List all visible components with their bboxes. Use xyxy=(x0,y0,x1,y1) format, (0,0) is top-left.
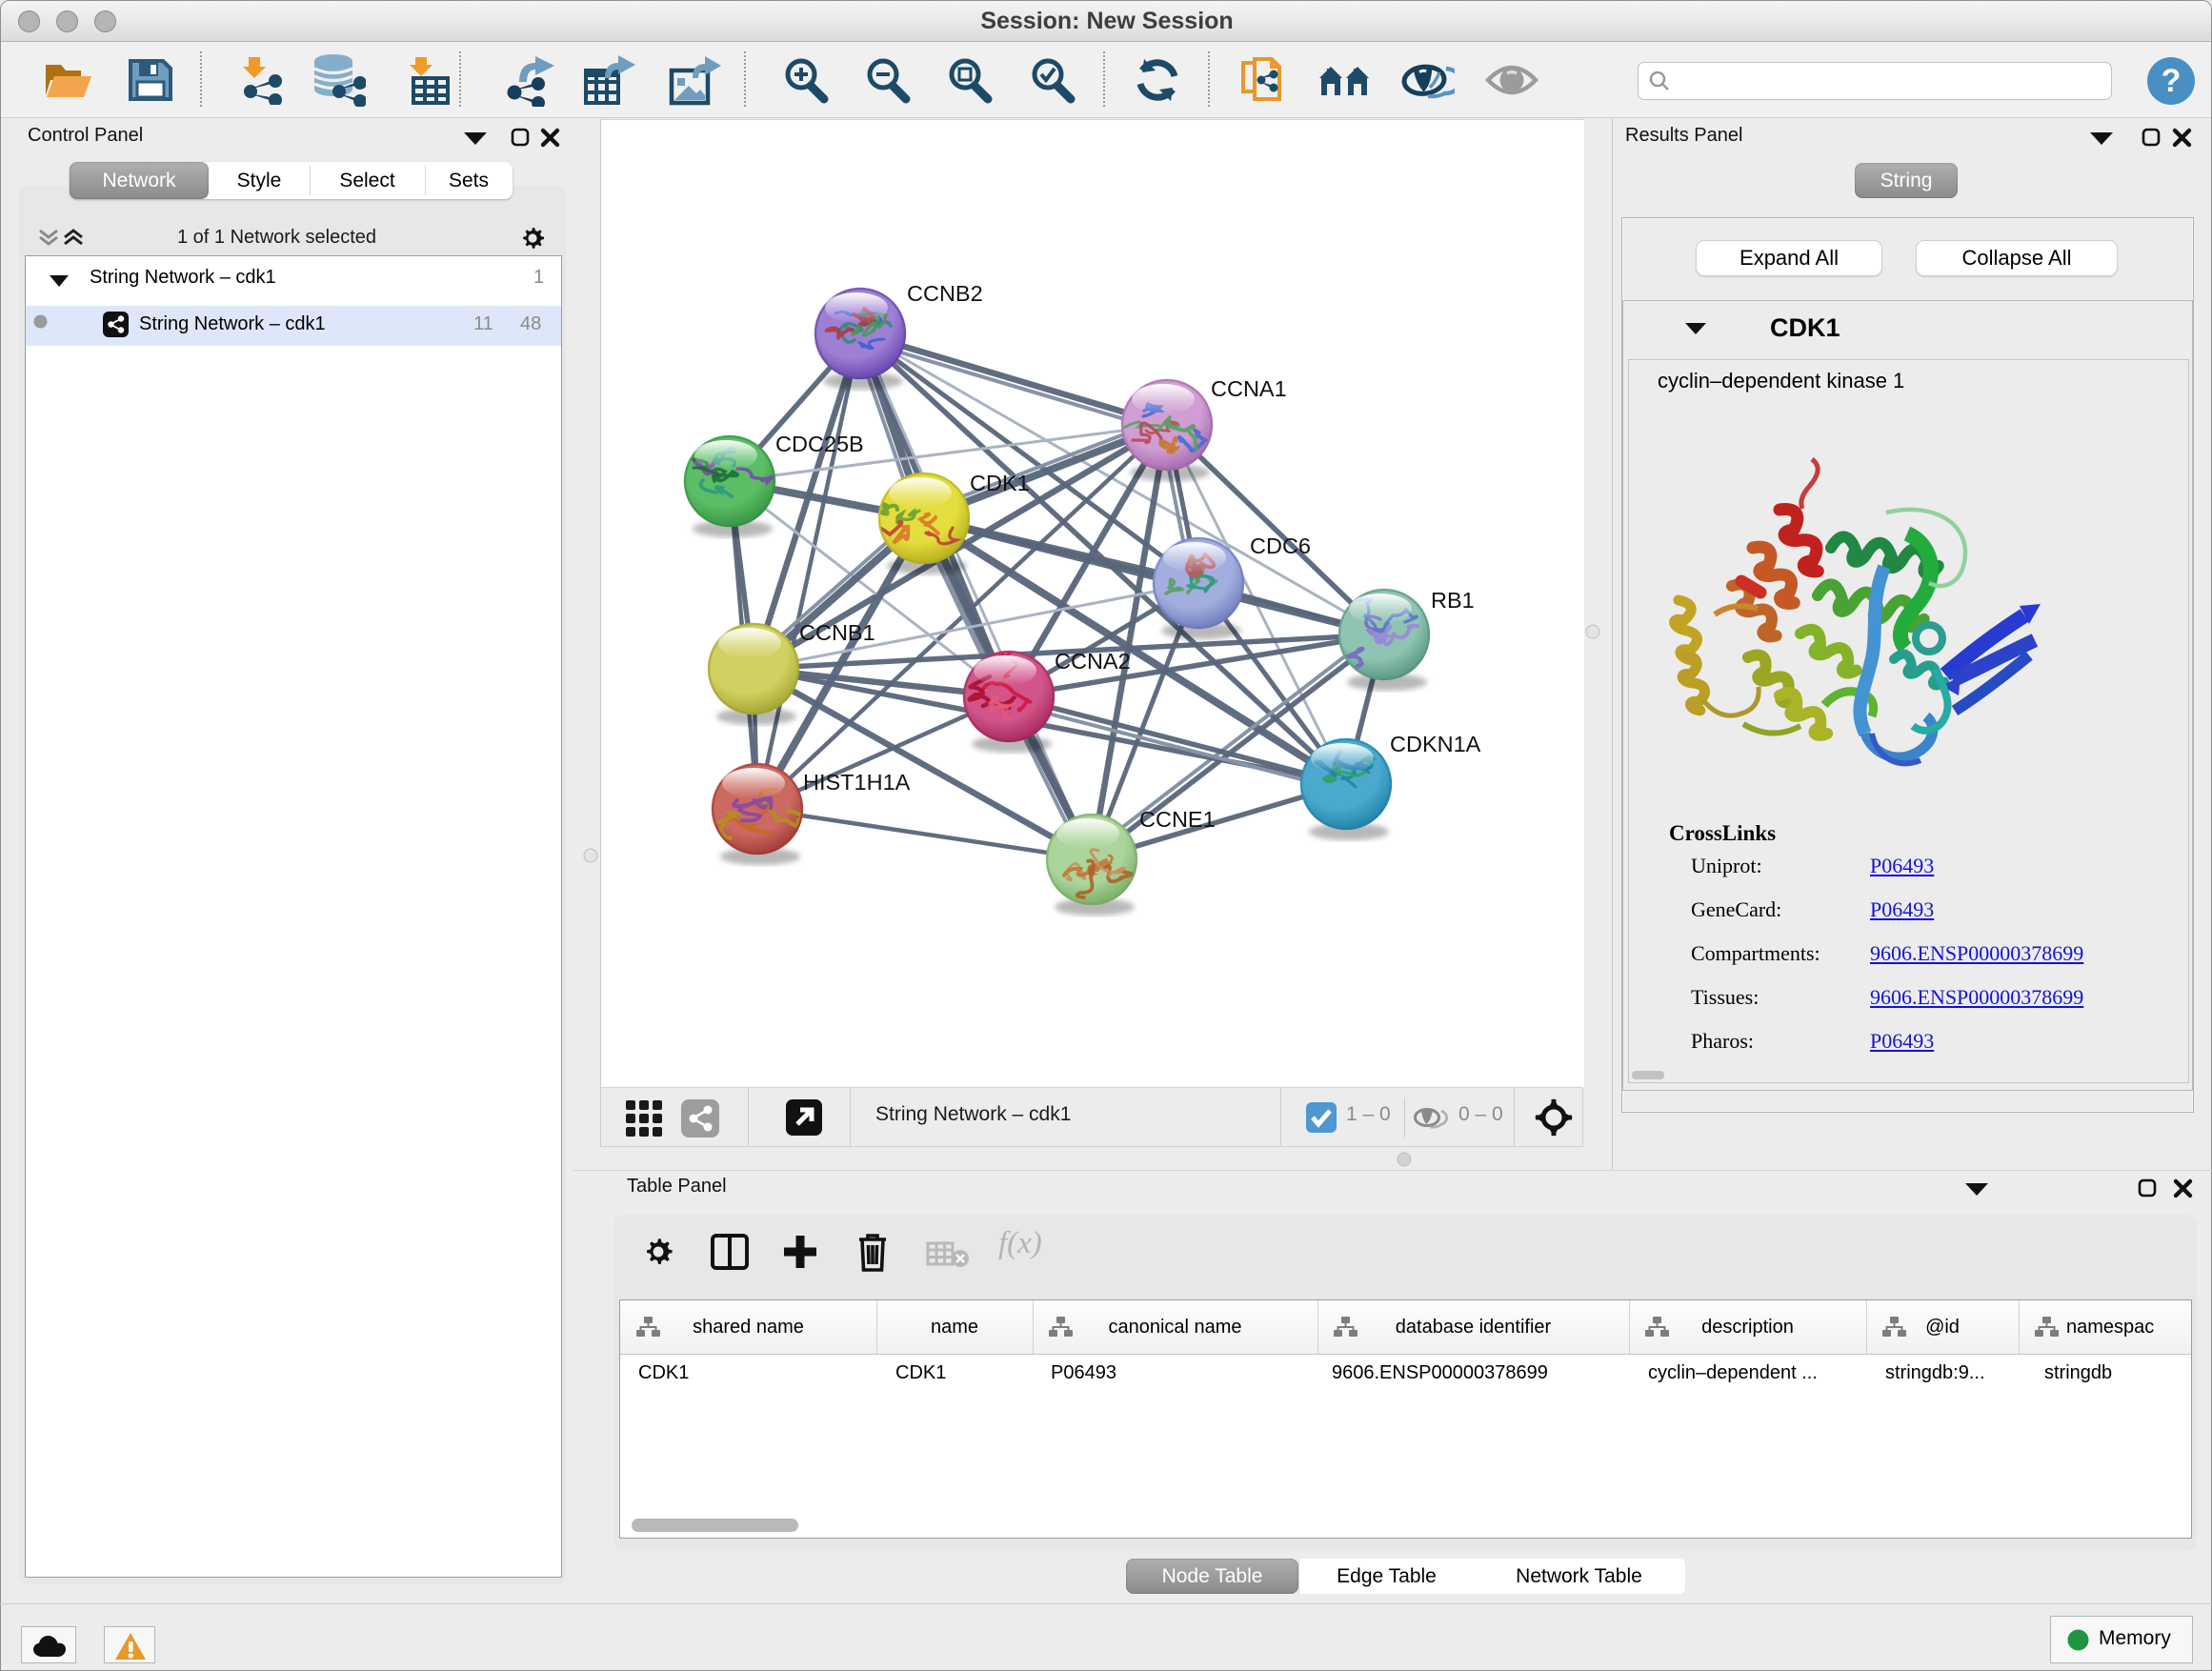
svg-text:CCNB1: CCNB1 xyxy=(799,620,875,645)
svg-text:CDC6: CDC6 xyxy=(1250,534,1311,558)
svg-text:RB1: RB1 xyxy=(1431,588,1475,613)
svg-text:HIST1H1A: HIST1H1A xyxy=(803,770,911,795)
svg-text:CCNB2: CCNB2 xyxy=(907,281,983,306)
svg-text:CDK1: CDK1 xyxy=(970,471,1030,495)
svg-text:CCNA2: CCNA2 xyxy=(1055,649,1131,674)
svg-text:CCNA1: CCNA1 xyxy=(1211,376,1287,401)
svg-text:CDKN1A: CDKN1A xyxy=(1390,732,1481,756)
svg-text:?: ? xyxy=(2162,63,2182,99)
svg-text:CDC25B: CDC25B xyxy=(775,432,864,456)
svg-text:CCNE1: CCNE1 xyxy=(1139,807,1216,832)
